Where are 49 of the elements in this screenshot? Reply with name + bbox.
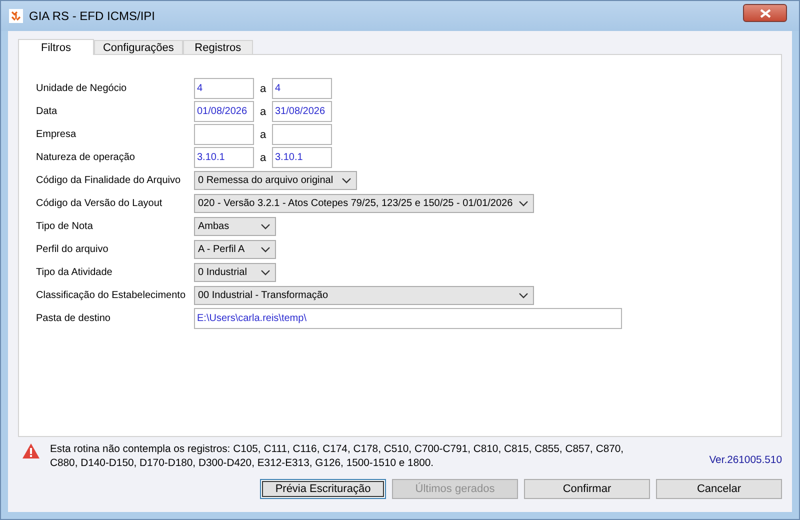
dropdown[interactable]: Ambas [194,217,276,236]
warning-icon [22,443,40,459]
chevron-down-icon [261,224,270,230]
version-label: Ver.261005.510 [709,455,782,466]
dialog-button[interactable]: Cancelar [656,479,782,499]
close-icon [760,8,770,18]
input-field[interactable] [272,124,332,145]
close-button[interactable] [743,4,787,22]
range-separator: a [258,152,268,164]
input-field[interactable]: 31/08/2026 [272,101,332,122]
tab[interactable]: Filtros [18,39,94,55]
input-field[interactable]: 01/08/2026 [194,101,254,122]
window-title: GIA RS - EFD ICMS/IPI [29,9,156,23]
input-field[interactable]: 3.10.1 [194,147,254,168]
field-label: Tipo da Atividade [36,267,114,278]
field-label: Perfil do arquivo [36,244,110,255]
dropdown[interactable]: 0 Remessa do arquivo original [194,171,357,190]
chevron-down-icon [519,200,528,206]
input-field[interactable]: E:\Users\carla.reis\temp\ [194,308,622,329]
field-label: Unidade de Negócio [36,83,128,94]
app-logo-icon [9,9,23,23]
warning-message: Esta rotina não contempla os registros: C105, C111, C116, C174, C178, C510, C700-C791, C810, C815, C855, C857, C870, C880, D140-D150, D170-D180, D300-D420, E312-E313, G126, 1500-1510 e 1800. [50,443,625,471]
chevron-down-icon [261,246,270,252]
chevron-down-icon [342,178,351,184]
dropdown[interactable]: 00 Industrial - Transformação [194,286,534,305]
range-separator: a [258,128,268,140]
field-label: Natureza de operação [36,152,136,163]
chevron-down-icon [519,292,528,298]
field-label: Empresa [36,129,78,140]
range-separator: a [258,82,268,94]
field-label: Pasta de destino [36,313,112,324]
dropdown[interactable]: A - Perfil A [194,240,276,259]
dialog-button[interactable]: Prévia Escrituração [260,479,386,499]
input-field[interactable] [194,124,254,145]
field-label: Código da Finalidade do Arquivo [36,175,182,186]
tab[interactable]: Registros [182,40,253,54]
field-label: Tipo de Nota [36,221,94,232]
dialog-button[interactable]: Confirmar [524,479,650,499]
field-label: Data [36,106,58,117]
input-field[interactable]: 4 [194,78,254,99]
input-field[interactable]: 3.10.1 [272,147,332,168]
chevron-down-icon [261,270,270,276]
field-label: Classificação do Estabelecimento [36,290,187,301]
tab[interactable]: Configurações [94,40,183,54]
field-label: Código da Versão do Layout [36,198,164,209]
range-separator: a [258,106,268,118]
input-field[interactable]: 4 [272,78,332,99]
dropdown[interactable]: 020 - Versão 3.2.1 - Atos Cotepes 79/25, 123/25 e 150/25 - 01/01/2026 [194,194,534,213]
dropdown[interactable]: 0 Industrial [194,263,276,282]
